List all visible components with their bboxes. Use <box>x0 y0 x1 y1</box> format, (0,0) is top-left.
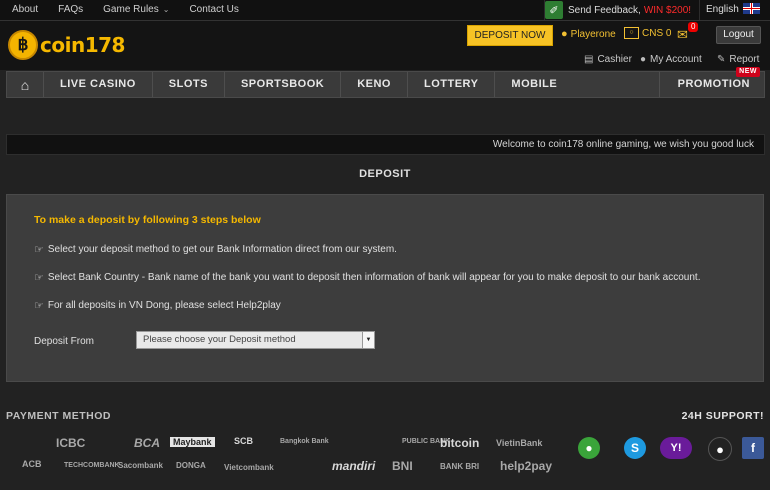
report-label: Report <box>729 54 760 65</box>
bank-logo: bitcoin <box>440 436 480 450</box>
logout-button[interactable]: Logout <box>716 26 761 44</box>
bank-logo: ACB <box>22 459 42 469</box>
report-icon: ✎ <box>717 54 726 65</box>
game-rules-label: Game Rules <box>103 4 159 15</box>
bank-logo: BANK BRI <box>440 462 480 471</box>
top-bar: About FAQs Game Rules ⌄ Contact Us ✐ Send… <box>0 0 770 21</box>
chevron-down-icon: ⌄ <box>162 5 170 14</box>
skype-icon[interactable]: S <box>624 437 646 459</box>
dropdown-arrow-icon: ▼ <box>362 332 374 348</box>
bank-logo: DONGA <box>176 461 206 470</box>
bank-logo: BNI <box>392 459 413 473</box>
wechat-icon[interactable]: ● <box>578 437 600 459</box>
user-icon: ● <box>561 28 568 40</box>
step-text: Select Bank Country - Bank name of the b… <box>47 272 701 283</box>
language-selector[interactable]: English <box>706 4 739 15</box>
home-icon[interactable]: ⌂ <box>7 72 44 97</box>
my-account-label: My Account <box>650 54 702 65</box>
pointing-hand-icon: ☞ <box>34 272 44 284</box>
username: Playerone <box>570 28 616 40</box>
nav-slots[interactable]: SLOTS <box>153 72 225 97</box>
deposit-method-select[interactable]: Please choose your Deposit method ▼ <box>136 331 375 349</box>
feedback-label: Send Feedback, <box>568 4 641 16</box>
logo-text: coin178 <box>40 33 125 57</box>
report-link[interactable]: ✎ Report <box>717 54 759 65</box>
deposit-now-button[interactable]: DEPOSIT NOW <box>467 25 553 46</box>
step-text: For all deposits in VN Dong, please sele… <box>47 300 281 311</box>
yahoo-icon[interactable]: Y! <box>660 437 692 459</box>
logo[interactable]: ฿ coin178 <box>8 30 125 60</box>
new-badge: NEW <box>736 67 760 77</box>
nav-live-casino[interactable]: LIVE CASINO <box>44 72 153 97</box>
nav-lottery[interactable]: LOTTERY <box>408 72 496 97</box>
mail-icon[interactable]: ✉ <box>677 27 688 43</box>
facebook-icon[interactable]: f <box>742 437 764 459</box>
step-item: ☞ Select Bank Country - Bank name of the… <box>34 271 700 284</box>
feedback-prize: WIN $200! <box>643 4 692 16</box>
bank-logo: TECHCOMBANK <box>64 462 120 469</box>
qq-icon[interactable]: ● <box>708 437 732 461</box>
nav-sportsbook[interactable]: SPORTSBOOK <box>225 72 342 97</box>
send-feedback-link[interactable]: ✐ Send Feedback, WIN $200! <box>544 0 701 20</box>
promotion-label: PROMOTION <box>677 78 750 90</box>
deposit-method-value: Please choose your Deposit method <box>143 334 296 345</box>
nav-keno[interactable]: KENO <box>341 72 408 97</box>
deposit-panel: To make a deposit by following 3 steps b… <box>6 194 764 382</box>
top-links: About FAQs Game Rules ⌄ Contact Us <box>12 4 259 15</box>
deposit-from-label: Deposit From <box>34 336 95 347</box>
step-text: Select your deposit method to get our Ba… <box>47 244 397 255</box>
bank-logo: Vietcombank <box>224 463 274 472</box>
step-item: ☞ Select your deposit method to get our … <box>34 243 397 256</box>
bank-logo: VietinBank <box>496 438 543 448</box>
faqs-link[interactable]: FAQs <box>58 4 83 15</box>
bank-logo: help2pay <box>500 459 553 473</box>
bank-logo: BCA <box>134 436 160 450</box>
page-title: DEPOSIT <box>359 168 411 180</box>
mail-badge: 0 <box>688 22 699 32</box>
uk-flag-icon[interactable] <box>743 3 760 14</box>
bank-logo: SCB <box>234 436 254 446</box>
main-nav: ⌂ LIVE CASINO SLOTS SPORTSBOOK KENO LOTT… <box>6 67 765 98</box>
balance-value: CNS 0 <box>642 27 672 39</box>
bank-logo: Bangkok Bank <box>280 438 329 445</box>
my-account-link[interactable]: ● My Account <box>640 54 702 65</box>
announcement-marquee: Welcome to coin178 online gaming, we wis… <box>6 134 765 155</box>
bank-logo: Sacombank <box>118 461 163 470</box>
header: ฿ coin178 DEPOSIT NOW ● Playerone ○ CNS … <box>0 21 770 70</box>
cashier-label: Cashier <box>597 54 632 65</box>
marquee-text: Welcome to coin178 online gaming, we wis… <box>492 139 754 150</box>
contact-us-link[interactable]: Contact Us <box>189 4 238 15</box>
money-icon: ○ <box>624 27 639 39</box>
nav-promotion[interactable]: PROMOTION NEW <box>658 67 764 97</box>
payment-method-title: PAYMENT METHOD <box>6 410 112 422</box>
bank-logo: mandiri <box>332 459 376 473</box>
game-rules-link[interactable]: Game Rules ⌄ <box>103 4 169 15</box>
pointing-hand-icon: ☞ <box>34 300 44 312</box>
feedback-icon: ✐ <box>545 1 563 19</box>
bitcoin-logo-icon: ฿ <box>8 30 38 60</box>
deposit-heading: To make a deposit by following 3 steps b… <box>34 214 261 226</box>
cashier-link[interactable]: ▤ Cashier <box>584 54 632 65</box>
step-item: ☞ For all deposits in VN Dong, please se… <box>34 299 281 312</box>
balance: ○ CNS 0 <box>624 27 671 39</box>
nav-mobile[interactable]: MOBILE <box>495 72 573 97</box>
about-link[interactable]: About <box>12 4 38 15</box>
account-icon: ● <box>640 54 647 65</box>
support-title: 24H SUPPORT! <box>681 410 764 422</box>
cashier-icon: ▤ <box>584 54 594 65</box>
user-account[interactable]: ● Playerone <box>561 28 616 40</box>
pointing-hand-icon: ☞ <box>34 244 44 256</box>
bank-logo: Maybank <box>170 437 215 447</box>
bank-logo: ICBC <box>56 436 86 450</box>
